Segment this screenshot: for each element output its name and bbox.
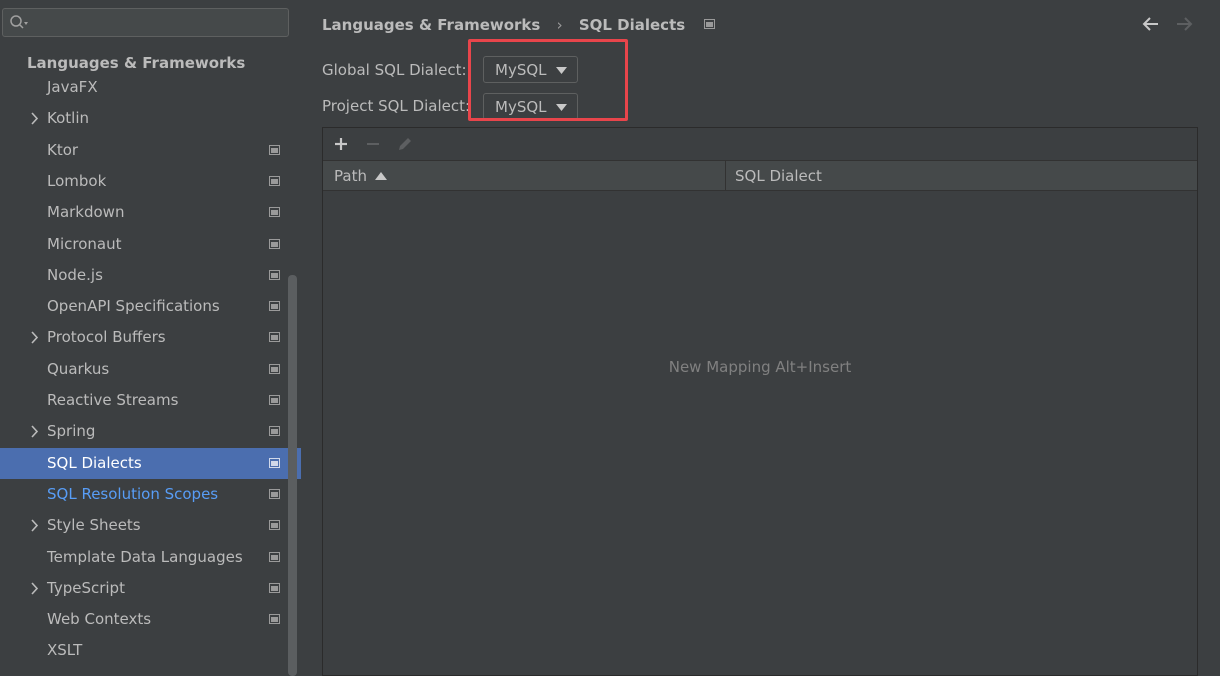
chevron-right-icon[interactable]: [28, 573, 42, 604]
sidebar-item-lombok[interactable]: Lombok: [0, 166, 301, 197]
project-level-icon: [269, 363, 280, 374]
back-arrow-icon[interactable]: [1141, 14, 1161, 34]
sidebar-item-typescript[interactable]: TypeScript: [0, 573, 301, 604]
sidebar-item-spring[interactable]: Spring: [0, 416, 301, 447]
table-toolbar: [323, 128, 1197, 160]
sidebar-item-label: Spring: [47, 422, 96, 441]
sidebar-item-web-contexts[interactable]: Web Contexts: [0, 604, 301, 635]
sidebar-item-template-data-languages[interactable]: Template Data Languages: [0, 542, 301, 573]
sidebar-item-protocol-buffers[interactable]: Protocol Buffers: [0, 322, 301, 353]
project-level-icon: [704, 19, 716, 29]
path-dialect-table: Path SQL Dialect New Mapping Alt+Insert: [322, 127, 1198, 676]
sidebar-item-label: Lombok: [47, 171, 107, 190]
sidebar-item-label: SQL Resolution Scopes: [47, 484, 219, 503]
sidebar-item-label: Web Contexts: [47, 610, 152, 629]
highlight-annotation-box: [468, 39, 628, 121]
sidebar-item-sql-dialects[interactable]: SQL Dialects: [0, 447, 301, 479]
settings-search-input[interactable]: [2, 8, 289, 37]
project-level-icon: [269, 520, 280, 531]
sidebar-item-quarkus[interactable]: Quarkus: [0, 354, 301, 385]
breadcrumb-separator: ›: [556, 15, 563, 34]
project-level-icon: [269, 238, 280, 249]
sidebar-item-style-sheets[interactable]: Style Sheets: [0, 510, 301, 541]
sidebar-item-label: Template Data Languages: [47, 547, 243, 566]
column-header-sql-dialect[interactable]: SQL Dialect: [735, 167, 822, 185]
search-icon: [10, 15, 28, 29]
project-level-icon: [269, 395, 280, 405]
sidebar-item-xslt[interactable]: XSLT: [0, 635, 301, 666]
project-sql-dialect-label: Project SQL Dialect:: [322, 97, 471, 115]
sidebar-item-label: Reactive Streams: [47, 391, 179, 409]
sidebar-item-label: Quarkus: [47, 359, 110, 378]
edit-pencil-icon[interactable]: [396, 135, 414, 153]
project-level-icon: [269, 551, 280, 562]
project-level-icon: [269, 332, 280, 343]
sidebar-item-micronaut[interactable]: Micronaut: [0, 229, 301, 260]
chevron-right-icon[interactable]: [28, 103, 42, 134]
sidebar-item-openapi-specifications[interactable]: OpenAPI Specifications: [0, 291, 301, 322]
project-level-icon: [269, 207, 280, 218]
sidebar-item-label: SQL Dialects: [47, 453, 142, 472]
sidebar-item-label: Protocol Buffers: [47, 328, 166, 347]
chevron-right-icon[interactable]: [28, 322, 42, 353]
sidebar-item-label: Ktor: [47, 140, 79, 159]
global-sql-dialect-label: Global SQL Dialect:: [322, 61, 467, 79]
project-level-icon: [269, 614, 280, 625]
sidebar-item-markdown[interactable]: Markdown: [0, 197, 301, 228]
sidebar-item-label: Kotlin: [47, 109, 89, 128]
remove-icon[interactable]: [364, 135, 382, 153]
chevron-right-icon[interactable]: [28, 510, 42, 541]
sort-ascending-icon: [375, 172, 387, 180]
sidebar-item-label: JavaFX: [47, 78, 98, 96]
sidebar-item-sql-resolution-scopes[interactable]: SQL Resolution Scopes: [0, 479, 301, 510]
project-level-icon: [269, 144, 280, 155]
sidebar-scrollbar[interactable]: [288, 275, 297, 676]
sidebar-item-label: Node.js: [47, 265, 103, 284]
sidebar-item-label: OpenAPI Specifications: [47, 297, 220, 316]
sidebar-item-node-js[interactable]: Node.js: [0, 260, 301, 291]
sidebar-item-ktor[interactable]: Ktor: [0, 135, 301, 166]
forward-arrow-icon[interactable]: [1174, 14, 1194, 34]
sidebar-item-kotlin[interactable]: Kotlin: [0, 103, 301, 134]
project-level-icon: [269, 582, 280, 593]
sidebar-item-javafx[interactable]: JavaFX: [0, 72, 301, 103]
sidebar-item-reactive-streams[interactable]: Reactive Streams: [0, 385, 301, 416]
breadcrumb: Languages & Frameworks › SQL Dialects: [322, 15, 716, 34]
group-header-languages-frameworks[interactable]: Languages & Frameworks: [27, 54, 245, 72]
project-level-icon: [269, 488, 280, 499]
sidebar-item-label: Style Sheets: [47, 516, 141, 535]
chevron-right-icon[interactable]: [28, 416, 42, 447]
column-header-path[interactable]: Path: [323, 161, 726, 190]
sidebar-item-label: TypeScript: [47, 578, 125, 597]
column-header-path-label: Path: [334, 167, 367, 185]
project-level-icon: [269, 457, 280, 468]
breadcrumb-parent[interactable]: Languages & Frameworks: [322, 16, 540, 34]
sidebar-item-label: Markdown: [47, 203, 125, 222]
sidebar-item-label: Micronaut: [47, 234, 122, 253]
project-level-icon: [269, 175, 280, 186]
add-icon[interactable]: [332, 135, 350, 153]
project-level-icon: [269, 426, 280, 437]
table-empty-text: New Mapping Alt+Insert: [668, 358, 852, 376]
breadcrumb-current: SQL Dialects: [578, 15, 686, 34]
settings-sidebar: Languages & Frameworks JavaFX Kotlin Ktor L…: [0, 0, 301, 676]
sql-dialects-panel: Languages & Frameworks › SQL Dialects Gl…: [301, 0, 1220, 676]
project-level-icon: [269, 269, 280, 280]
table-header: Path SQL Dialect: [323, 160, 1197, 191]
sidebar-item-label: XSLT: [47, 641, 83, 660]
project-level-icon: [269, 301, 280, 312]
